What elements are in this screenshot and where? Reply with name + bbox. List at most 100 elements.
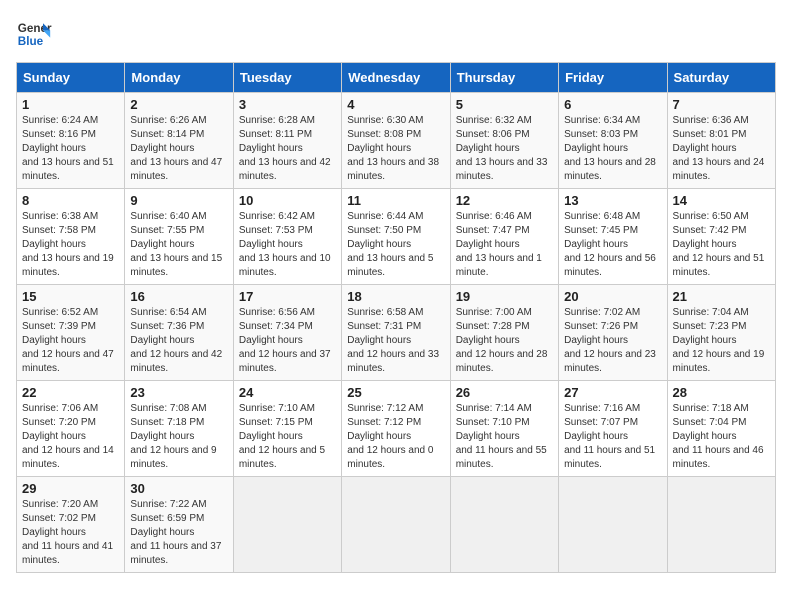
- day-info: Sunrise: 6:54 AMSunset: 7:36 PMDaylight …: [130, 306, 227, 376]
- day-number: 11: [347, 193, 444, 208]
- day-number: 28: [673, 385, 770, 400]
- weekday-header-tuesday: Tuesday: [233, 63, 341, 93]
- day-info: Sunrise: 6:42 AMSunset: 7:53 PMDaylight …: [239, 210, 336, 280]
- day-info: Sunrise: 6:34 AMSunset: 8:03 PMDaylight …: [564, 114, 661, 184]
- calendar-day-cell: 13 Sunrise: 6:48 AMSunset: 7:45 PMDayligh…: [559, 189, 667, 285]
- day-number: 14: [673, 193, 770, 208]
- day-number: 24: [239, 385, 336, 400]
- day-number: 26: [456, 385, 553, 400]
- day-number: 29: [22, 481, 119, 496]
- day-number: 13: [564, 193, 661, 208]
- day-info: Sunrise: 6:56 AMSunset: 7:34 PMDaylight …: [239, 306, 336, 376]
- calendar-week-row: 8 Sunrise: 6:38 AMSunset: 7:58 PMDaylight…: [17, 189, 776, 285]
- day-info: Sunrise: 6:38 AMSunset: 7:58 PMDaylight …: [22, 210, 119, 280]
- day-info: Sunrise: 6:36 AMSunset: 8:01 PMDaylight …: [673, 114, 770, 184]
- day-number: 9: [130, 193, 227, 208]
- calendar-week-row: 29 Sunrise: 7:20 AMSunset: 7:02 PMDayligh…: [17, 477, 776, 573]
- day-info: Sunrise: 6:40 AMSunset: 7:55 PMDaylight …: [130, 210, 227, 280]
- calendar-table: SundayMondayTuesdayWednesdayThursdayFrid…: [16, 62, 776, 573]
- page-header: General Blue: [16, 16, 776, 52]
- day-info: Sunrise: 6:24 AMSunset: 8:16 PMDaylight …: [22, 114, 119, 184]
- calendar-day-cell: 4 Sunrise: 6:30 AMSunset: 8:08 PMDaylight…: [342, 93, 450, 189]
- day-info: Sunrise: 6:52 AMSunset: 7:39 PMDaylight …: [22, 306, 119, 376]
- day-info: Sunrise: 6:44 AMSunset: 7:50 PMDaylight …: [347, 210, 444, 280]
- day-number: 17: [239, 289, 336, 304]
- day-info: Sunrise: 6:48 AMSunset: 7:45 PMDaylight …: [564, 210, 661, 280]
- day-info: Sunrise: 7:02 AMSunset: 7:26 PMDaylight …: [564, 306, 661, 376]
- day-number: 21: [673, 289, 770, 304]
- day-number: 7: [673, 97, 770, 112]
- calendar-day-cell: [450, 477, 558, 573]
- day-number: 22: [22, 385, 119, 400]
- calendar-day-cell: 1 Sunrise: 6:24 AMSunset: 8:16 PMDaylight…: [17, 93, 125, 189]
- calendar-day-cell: 7 Sunrise: 6:36 AMSunset: 8:01 PMDaylight…: [667, 93, 775, 189]
- day-info: Sunrise: 6:30 AMSunset: 8:08 PMDaylight …: [347, 114, 444, 184]
- day-info: Sunrise: 6:32 AMSunset: 8:06 PMDaylight …: [456, 114, 553, 184]
- day-number: 4: [347, 97, 444, 112]
- calendar-day-cell: 18Sunrise: 6:58 AMSunset: 7:31 PMDayligh…: [342, 285, 450, 381]
- calendar-day-cell: 15 Sunrise: 6:52 AMSunset: 7:39 PMDayligh…: [17, 285, 125, 381]
- weekday-header-saturday: Saturday: [667, 63, 775, 93]
- day-number: 18: [347, 289, 444, 304]
- calendar-day-cell: 23 Sunrise: 7:08 AMSunset: 7:18 PMDayligh…: [125, 381, 233, 477]
- calendar-day-cell: 29 Sunrise: 7:20 AMSunset: 7:02 PMDayligh…: [17, 477, 125, 573]
- calendar-day-cell: [667, 477, 775, 573]
- day-info: Sunrise: 7:22 AMSunset: 6:59 PMDaylight …: [130, 498, 227, 568]
- day-info: Sunrise: 7:00 AMSunset: 7:28 PMDaylight …: [456, 306, 553, 376]
- day-info: Sunrise: 7:08 AMSunset: 7:18 PMDaylight …: [130, 402, 227, 472]
- day-number: 20: [564, 289, 661, 304]
- calendar-day-cell: 21 Sunrise: 7:04 AMSunset: 7:23 PMDayligh…: [667, 285, 775, 381]
- calendar-day-cell: 2 Sunrise: 6:26 AMSunset: 8:14 PMDaylight…: [125, 93, 233, 189]
- day-info: Sunrise: 7:20 AMSunset: 7:02 PMDaylight …: [22, 498, 119, 568]
- weekday-header-thursday: Thursday: [450, 63, 558, 93]
- calendar-day-cell: 25Sunrise: 7:12 AMSunset: 7:12 PMDayligh…: [342, 381, 450, 477]
- calendar-day-cell: 8 Sunrise: 6:38 AMSunset: 7:58 PMDaylight…: [17, 189, 125, 285]
- weekday-header-friday: Friday: [559, 63, 667, 93]
- calendar-day-cell: [342, 477, 450, 573]
- calendar-day-cell: 26 Sunrise: 7:14 AMSunset: 7:10 PMDayligh…: [450, 381, 558, 477]
- day-number: 1: [22, 97, 119, 112]
- day-number: 10: [239, 193, 336, 208]
- day-number: 15: [22, 289, 119, 304]
- day-info: Sunrise: 7:16 AMSunset: 7:07 PMDaylight …: [564, 402, 661, 472]
- day-info: Sunrise: 7:06 AMSunset: 7:20 PMDaylight …: [22, 402, 119, 472]
- calendar-week-row: 22 Sunrise: 7:06 AMSunset: 7:20 PMDayligh…: [17, 381, 776, 477]
- calendar-day-cell: 6 Sunrise: 6:34 AMSunset: 8:03 PMDaylight…: [559, 93, 667, 189]
- calendar-day-cell: 11 Sunrise: 6:44 AMSunset: 7:50 PMDayligh…: [342, 189, 450, 285]
- day-number: 16: [130, 289, 227, 304]
- calendar-day-cell: 5Sunrise: 6:32 AMSunset: 8:06 PMDaylight…: [450, 93, 558, 189]
- svg-text:Blue: Blue: [18, 35, 44, 48]
- day-number: 12: [456, 193, 553, 208]
- weekday-header-sunday: Sunday: [17, 63, 125, 93]
- day-number: 30: [130, 481, 227, 496]
- day-info: Sunrise: 7:04 AMSunset: 7:23 PMDaylight …: [673, 306, 770, 376]
- calendar-day-cell: 19 Sunrise: 7:00 AMSunset: 7:28 PMDayligh…: [450, 285, 558, 381]
- logo: General Blue: [16, 16, 52, 52]
- day-info: Sunrise: 7:14 AMSunset: 7:10 PMDaylight …: [456, 402, 553, 472]
- calendar-day-cell: 10 Sunrise: 6:42 AMSunset: 7:53 PMDayligh…: [233, 189, 341, 285]
- day-info: Sunrise: 6:46 AMSunset: 7:47 PMDaylight …: [456, 210, 553, 280]
- day-number: 3: [239, 97, 336, 112]
- day-number: 6: [564, 97, 661, 112]
- day-number: 2: [130, 97, 227, 112]
- day-number: 8: [22, 193, 119, 208]
- day-info: Sunrise: 6:50 AMSunset: 7:42 PMDaylight …: [673, 210, 770, 280]
- calendar-day-cell: 27Sunrise: 7:16 AMSunset: 7:07 PMDayligh…: [559, 381, 667, 477]
- calendar-day-cell: 3 Sunrise: 6:28 AMSunset: 8:11 PMDaylight…: [233, 93, 341, 189]
- calendar-day-cell: 16 Sunrise: 6:54 AMSunset: 7:36 PMDayligh…: [125, 285, 233, 381]
- calendar-week-row: 15 Sunrise: 6:52 AMSunset: 7:39 PMDayligh…: [17, 285, 776, 381]
- weekday-header-monday: Monday: [125, 63, 233, 93]
- calendar-day-cell: 24Sunrise: 7:10 AMSunset: 7:15 PMDayligh…: [233, 381, 341, 477]
- day-number: 23: [130, 385, 227, 400]
- day-info: Sunrise: 6:26 AMSunset: 8:14 PMDaylight …: [130, 114, 227, 184]
- day-number: 19: [456, 289, 553, 304]
- calendar-day-cell: 20 Sunrise: 7:02 AMSunset: 7:26 PMDayligh…: [559, 285, 667, 381]
- calendar-day-cell: 28 Sunrise: 7:18 AMSunset: 7:04 PMDayligh…: [667, 381, 775, 477]
- day-info: Sunrise: 6:28 AMSunset: 8:11 PMDaylight …: [239, 114, 336, 184]
- calendar-day-cell: [233, 477, 341, 573]
- day-info: Sunrise: 7:18 AMSunset: 7:04 PMDaylight …: [673, 402, 770, 472]
- calendar-day-cell: 14 Sunrise: 6:50 AMSunset: 7:42 PMDayligh…: [667, 189, 775, 285]
- weekday-header-wednesday: Wednesday: [342, 63, 450, 93]
- logo-icon: General Blue: [16, 16, 52, 52]
- day-number: 25: [347, 385, 444, 400]
